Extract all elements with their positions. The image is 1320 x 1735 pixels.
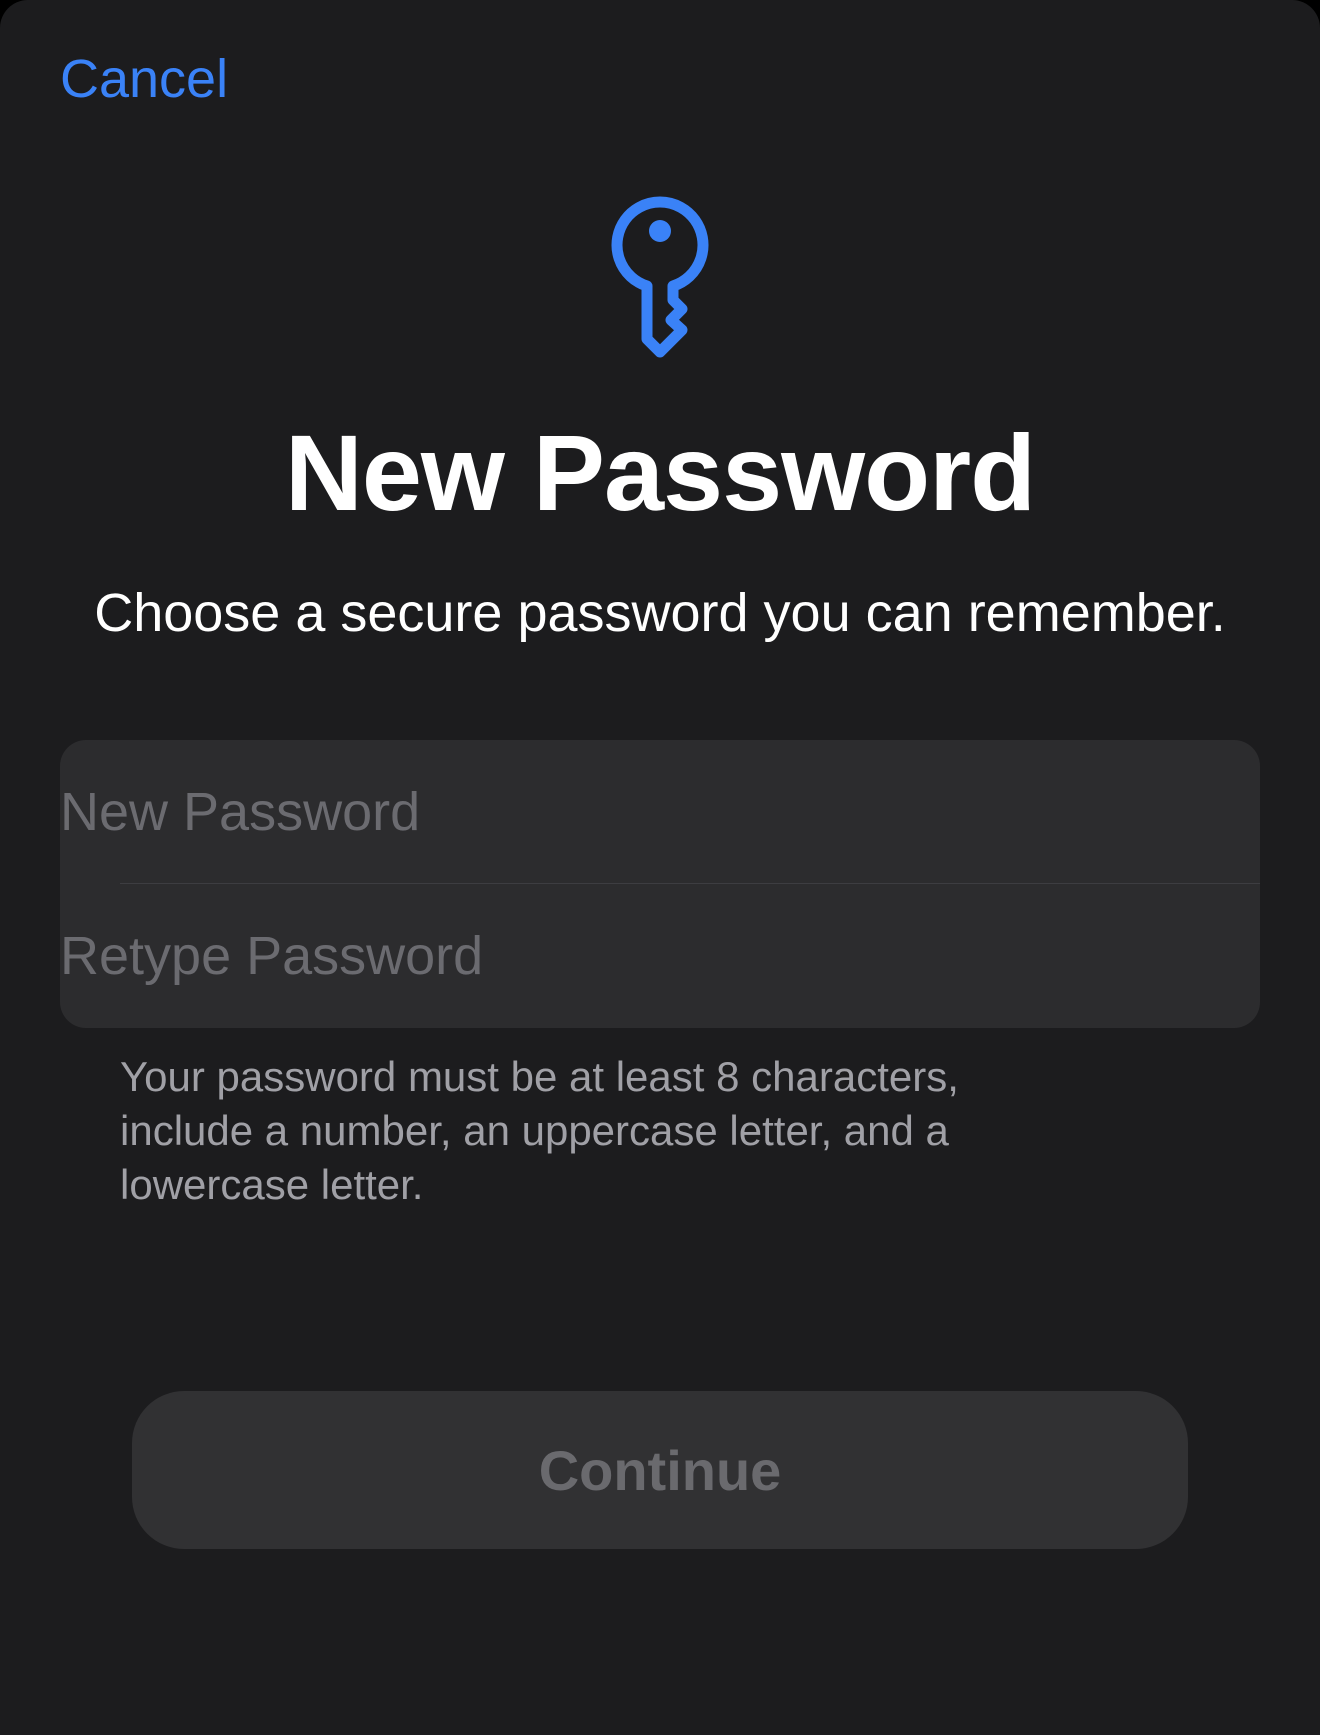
cancel-button[interactable]: Cancel	[60, 44, 228, 114]
continue-button[interactable]: Continue	[132, 1391, 1188, 1549]
field-divider	[120, 883, 1260, 884]
password-requirements-hint: Your password must be at least 8 charact…	[120, 1053, 959, 1208]
retype-password-field[interactable]	[60, 906, 1180, 1006]
page-subtitle: Choose a secure password you can remembe…	[94, 583, 1226, 643]
new-password-sheet: Cancel New Password Choose a secure pass…	[0, 0, 1320, 1735]
key-icon	[611, 196, 709, 358]
page-title: New Password	[284, 412, 1036, 533]
new-password-field[interactable]	[60, 762, 1180, 862]
